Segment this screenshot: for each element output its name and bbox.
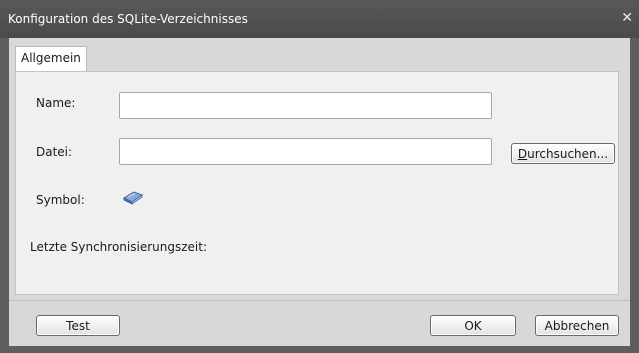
- symbol-label: Symbol:: [36, 193, 85, 207]
- book-icon[interactable]: [122, 189, 144, 205]
- window-title: Konfiguration des SQLite-Verzeichnisses: [8, 12, 248, 26]
- tab-strip: Allgemein: [9, 38, 630, 72]
- name-input[interactable]: [119, 92, 492, 119]
- dialog-client-area: Allgemein Name: Datei: Durchsuchen... Sy…: [9, 38, 630, 346]
- cancel-button[interactable]: Abbrechen: [535, 315, 619, 336]
- file-input[interactable]: [119, 138, 492, 165]
- tab-allgemein[interactable]: Allgemein: [15, 46, 87, 72]
- name-label: Name:: [36, 96, 76, 110]
- title-bar[interactable]: Konfiguration des SQLite-Verzeichnisses …: [0, 0, 639, 38]
- last-sync-label: Letzte Synchronisierungszeit:: [30, 240, 207, 254]
- ok-button[interactable]: OK: [430, 315, 516, 336]
- close-icon[interactable]: ✕: [621, 10, 633, 26]
- tab-panel-allgemein: Name: Datei: Durchsuchen... Symbol: Letz…: [15, 71, 619, 295]
- file-label: Datei:: [36, 145, 73, 159]
- footer-divider: [9, 300, 630, 301]
- dialog-window: Konfiguration des SQLite-Verzeichnisses …: [0, 0, 639, 353]
- browse-button-accel: D: [517, 146, 528, 161]
- browse-button[interactable]: Durchsuchen...: [511, 143, 615, 164]
- browse-button-label: urchsuchen...: [527, 146, 609, 161]
- test-button[interactable]: Test: [36, 315, 120, 336]
